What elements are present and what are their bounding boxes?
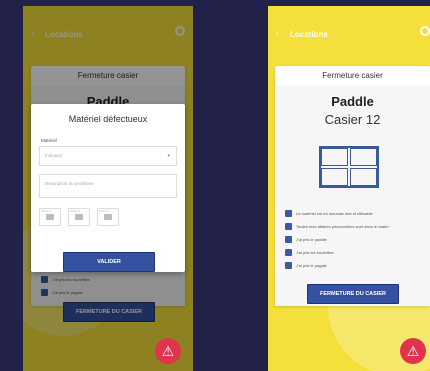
info-icon[interactable] (420, 26, 430, 36)
problem-description-input[interactable]: Description du problème (39, 174, 177, 198)
checklist-item[interactable]: J'ai pris les bouteilles (285, 246, 424, 259)
equipment-field-label: Matériel (41, 138, 58, 143)
modal-title: Matériel défectueux (68, 114, 148, 124)
checkbox-checked-icon[interactable] (285, 249, 292, 256)
checklist-label: J'ai pris le paddle (296, 237, 327, 242)
checklist-item[interactable]: Le matériel est en mauvais état et utili… (285, 207, 424, 220)
checklist-label: J'ai pris le pagaie (296, 263, 327, 268)
checkbox-checked-icon[interactable] (285, 236, 292, 243)
checklist-item[interactable]: J'ai pris le pagaie (285, 259, 424, 272)
checkbox-checked-icon[interactable] (285, 210, 292, 217)
chevron-left-icon[interactable]: ‹ (276, 28, 279, 38)
equipment-select[interactable]: Indiquez ▾ (39, 146, 177, 166)
chevron-down-icon: ▾ (167, 153, 170, 159)
locker-cell (321, 148, 348, 166)
photo-slot-label: Photo 1 (41, 209, 52, 213)
validate-button[interactable]: VALIDER (63, 252, 155, 272)
camera-icon (46, 214, 54, 220)
camera-icon (75, 214, 83, 220)
close-locker-button[interactable]: FERMETURE DU CASIER (307, 284, 399, 304)
photo-slot[interactable]: Photo 2 (68, 208, 90, 226)
photo-slots: Photo 1 Photo 2 Photo 3 (39, 208, 185, 226)
right-phone-screen: ‹ Locations Fermeture casier Paddle Casi… (268, 6, 430, 371)
defective-equipment-modal: Matériel défectueux Matériel Indiquez ▾ … (31, 104, 185, 272)
select-placeholder: Indiquez (45, 153, 63, 158)
locker-cell (321, 168, 348, 186)
top-bar: ‹ Locations (268, 6, 430, 58)
card-body: Paddle Casier 12 Le matériel est en mauv… (275, 86, 430, 306)
checklist-label: J'ai pris les bouteilles (296, 250, 334, 255)
photo-slot-label: Photo 3 (99, 209, 110, 213)
photo-slot[interactable]: Photo 1 (39, 208, 61, 226)
checklist-label: Toutes mes affaires personnelles sont da… (296, 224, 389, 229)
photo-slot-label: Photo 2 (70, 209, 81, 213)
card-header: Fermeture casier (275, 66, 430, 87)
topbar-title: Locations (290, 30, 328, 39)
checkbox-checked-icon[interactable] (285, 223, 292, 230)
checklist: Le matériel est en mauvais état et utili… (285, 207, 424, 272)
checklist-item[interactable]: J'ai pris le paddle (285, 233, 424, 246)
card-title: Paddle (331, 94, 374, 109)
warning-icon[interactable]: ⚠ (400, 338, 426, 364)
checklist-item[interactable]: Toutes mes affaires personnelles sont da… (285, 220, 424, 233)
locker-grid-icon (319, 146, 379, 188)
checklist-label: Le matériel est en mauvais état et utili… (296, 211, 373, 216)
warning-icon[interactable]: ⚠ (155, 338, 181, 364)
checkbox-checked-icon[interactable] (285, 262, 292, 269)
photo-slot[interactable]: Photo 3 (97, 208, 119, 226)
left-phone-screen: ‹ Locations Fermeture casier Paddle J'ai… (23, 6, 193, 371)
locker-cell (350, 148, 377, 166)
locker-number: Casier 12 (324, 112, 381, 127)
camera-icon (104, 214, 112, 220)
locker-cell (350, 168, 377, 186)
locker-card: Fermeture casier Paddle Casier 12 Le mat… (275, 66, 430, 306)
